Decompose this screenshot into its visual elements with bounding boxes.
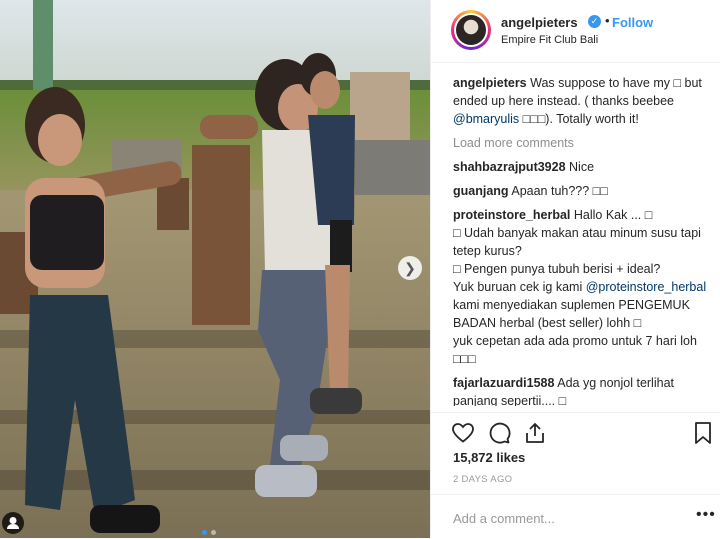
- location-link[interactable]: Empire Fit Club Bali: [501, 34, 598, 46]
- bookmark-icon[interactable]: [693, 421, 713, 450]
- carousel-dot: [202, 530, 207, 535]
- add-comment-input[interactable]: [451, 505, 675, 531]
- header-separator: •: [605, 13, 610, 28]
- comment-username[interactable]: fajarlazuardi1588: [453, 376, 554, 390]
- user-tag-icon[interactable]: [2, 512, 24, 534]
- post-date: 2 DAYS AGO: [453, 474, 513, 485]
- comment-text: Apaan tuh??? □□: [511, 184, 608, 198]
- comments-list[interactable]: angelpieters Was suppose to have my □ bu…: [453, 74, 711, 406]
- comment-mention[interactable]: @proteinstore_herbal: [586, 280, 706, 294]
- comment-icon[interactable]: [487, 421, 511, 450]
- list-item: fajarlazuardi1588 Ada yg nonjol terlihat…: [453, 374, 711, 406]
- follow-button[interactable]: Follow: [612, 15, 653, 30]
- action-bar: [431, 412, 720, 453]
- caption-text-end: □□□). Totally worth it!: [519, 112, 639, 126]
- caption-username[interactable]: angelpieters: [453, 76, 527, 90]
- list-item: proteinstore_herbal Hallo Kak ... □ □ Ud…: [453, 206, 711, 368]
- caption-mention[interactable]: @bmaryulis: [453, 112, 519, 126]
- comment-username[interactable]: shahbazrajput3928: [453, 160, 566, 174]
- heart-icon[interactable]: [451, 421, 475, 450]
- header-username[interactable]: angelpieters: [501, 15, 578, 30]
- more-options-button[interactable]: •••: [696, 506, 716, 524]
- carousel-dots: [200, 522, 218, 538]
- caption: angelpieters Was suppose to have my □ bu…: [453, 74, 711, 128]
- comment-username[interactable]: guanjang: [453, 184, 509, 198]
- comment-text: Nice: [569, 160, 595, 174]
- post-header: angelpieters ✓ • Follow Empire Fit Club …: [431, 0, 720, 63]
- verified-badge-icon: ✓: [588, 15, 601, 28]
- comment-username[interactable]: proteinstore_herbal: [453, 208, 570, 222]
- avatar[interactable]: [451, 10, 491, 50]
- list-item: guanjang Apaan tuh??? □□: [453, 182, 711, 200]
- likes-count[interactable]: 15,872 likes: [453, 450, 525, 465]
- chevron-right-icon[interactable]: ❯: [398, 256, 422, 280]
- comment-text-end: kami menyediakan suplemen PENGEMUK BADAN…: [453, 298, 697, 366]
- carousel-dot: [211, 530, 216, 535]
- post-photo[interactable]: ❯: [0, 0, 430, 538]
- list-item: shahbazrajput3928 Nice: [453, 158, 711, 176]
- photo-scene: [0, 0, 430, 538]
- share-icon[interactable]: [523, 421, 547, 450]
- post-panel: angelpieters ✓ • Follow Empire Fit Club …: [430, 0, 720, 538]
- load-more-comments-button[interactable]: Load more comments: [453, 134, 711, 152]
- add-comment-section: •••: [431, 494, 720, 539]
